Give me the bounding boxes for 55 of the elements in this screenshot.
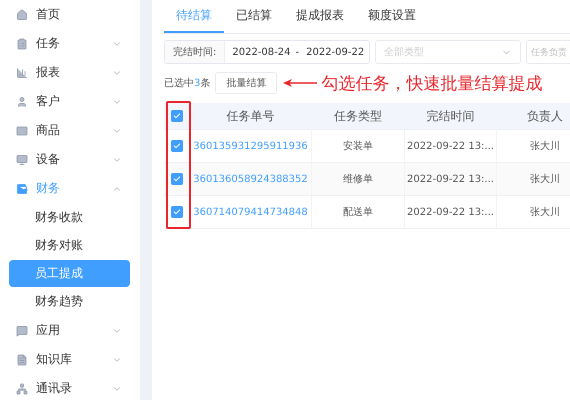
selection-count: 已选中3条: [164, 76, 210, 90]
column-header: 任务单号: [226, 108, 276, 124]
sidebar-subitem[interactable]: 财务收款: [9, 204, 130, 231]
checkbox[interactable]: [171, 173, 183, 185]
table-cell: 张大川: [497, 196, 570, 228]
table-cell: 2022-09-22 13:...: [405, 163, 497, 195]
date-separator: -: [296, 46, 300, 58]
sidebar-item[interactable]: 知识库: [0, 345, 140, 374]
wallet-icon: [16, 182, 28, 194]
home-icon: [16, 8, 28, 20]
date-label: 完结时间:: [165, 41, 226, 63]
monitor-icon: [16, 154, 28, 166]
sidebar-item[interactable]: 首页: [0, 0, 140, 29]
user-icon: [16, 96, 28, 108]
date-range-field[interactable]: 完结时间: 2022-08-24 - 2022-09-22: [164, 40, 370, 64]
checkbox[interactable]: [171, 206, 183, 218]
sidebar-item[interactable]: 报表: [0, 58, 140, 87]
checkbox[interactable]: [171, 140, 183, 152]
check-icon: [173, 208, 181, 216]
tab[interactable]: 提成报表: [284, 0, 356, 33]
column-header: 负责人: [526, 108, 564, 124]
sidebar-item[interactable]: 客户: [0, 87, 140, 116]
check-icon: [173, 175, 181, 183]
hierarchy-icon: [16, 382, 28, 394]
clipboard-icon: [16, 38, 28, 50]
sidebar-item[interactable]: 通讯录: [0, 374, 140, 400]
table-cell: 张大川: [497, 130, 570, 162]
table-cell: 张大川: [497, 163, 570, 195]
sidebar-item[interactable]: 任务: [0, 29, 140, 58]
document-icon: [16, 354, 28, 366]
annotation-text: 勾选任务，快速批量结算提成: [321, 72, 542, 94]
checkbox[interactable]: [171, 110, 183, 122]
sidebar-item[interactable]: 应用: [0, 316, 140, 345]
arrow-icon: [283, 78, 318, 88]
tab[interactable]: 额度设置: [356, 0, 428, 33]
table-cell: 2022-09-22 13:...: [405, 130, 497, 162]
check-icon: [173, 142, 181, 150]
tab[interactable]: 已结算: [224, 0, 284, 33]
bar-chart-icon: [16, 66, 28, 78]
batch-settle-button[interactable]: 批量结算: [215, 72, 278, 94]
table-cell: 配送单: [312, 196, 405, 228]
end-date: 2022-09-22: [306, 46, 364, 58]
column-header: 任务类型: [333, 108, 383, 124]
table-cell: 2022-09-22 13:...: [405, 196, 497, 228]
chat-icon: [16, 324, 28, 336]
sidebar-item[interactable]: 商品: [0, 116, 140, 145]
envelope-icon: [16, 124, 28, 136]
check-icon: [173, 112, 181, 120]
column-header: 完结时间: [426, 108, 476, 124]
table-cell: 安装单: [312, 130, 405, 162]
sidebar-item[interactable]: 设备: [0, 145, 140, 174]
sidebar-subitem[interactable]: 财务对账: [9, 232, 130, 259]
table-cell: 维修单: [312, 163, 405, 195]
sidebar-subitem[interactable]: 财务趋势: [9, 288, 130, 315]
start-date: 2022-08-24: [232, 46, 290, 58]
